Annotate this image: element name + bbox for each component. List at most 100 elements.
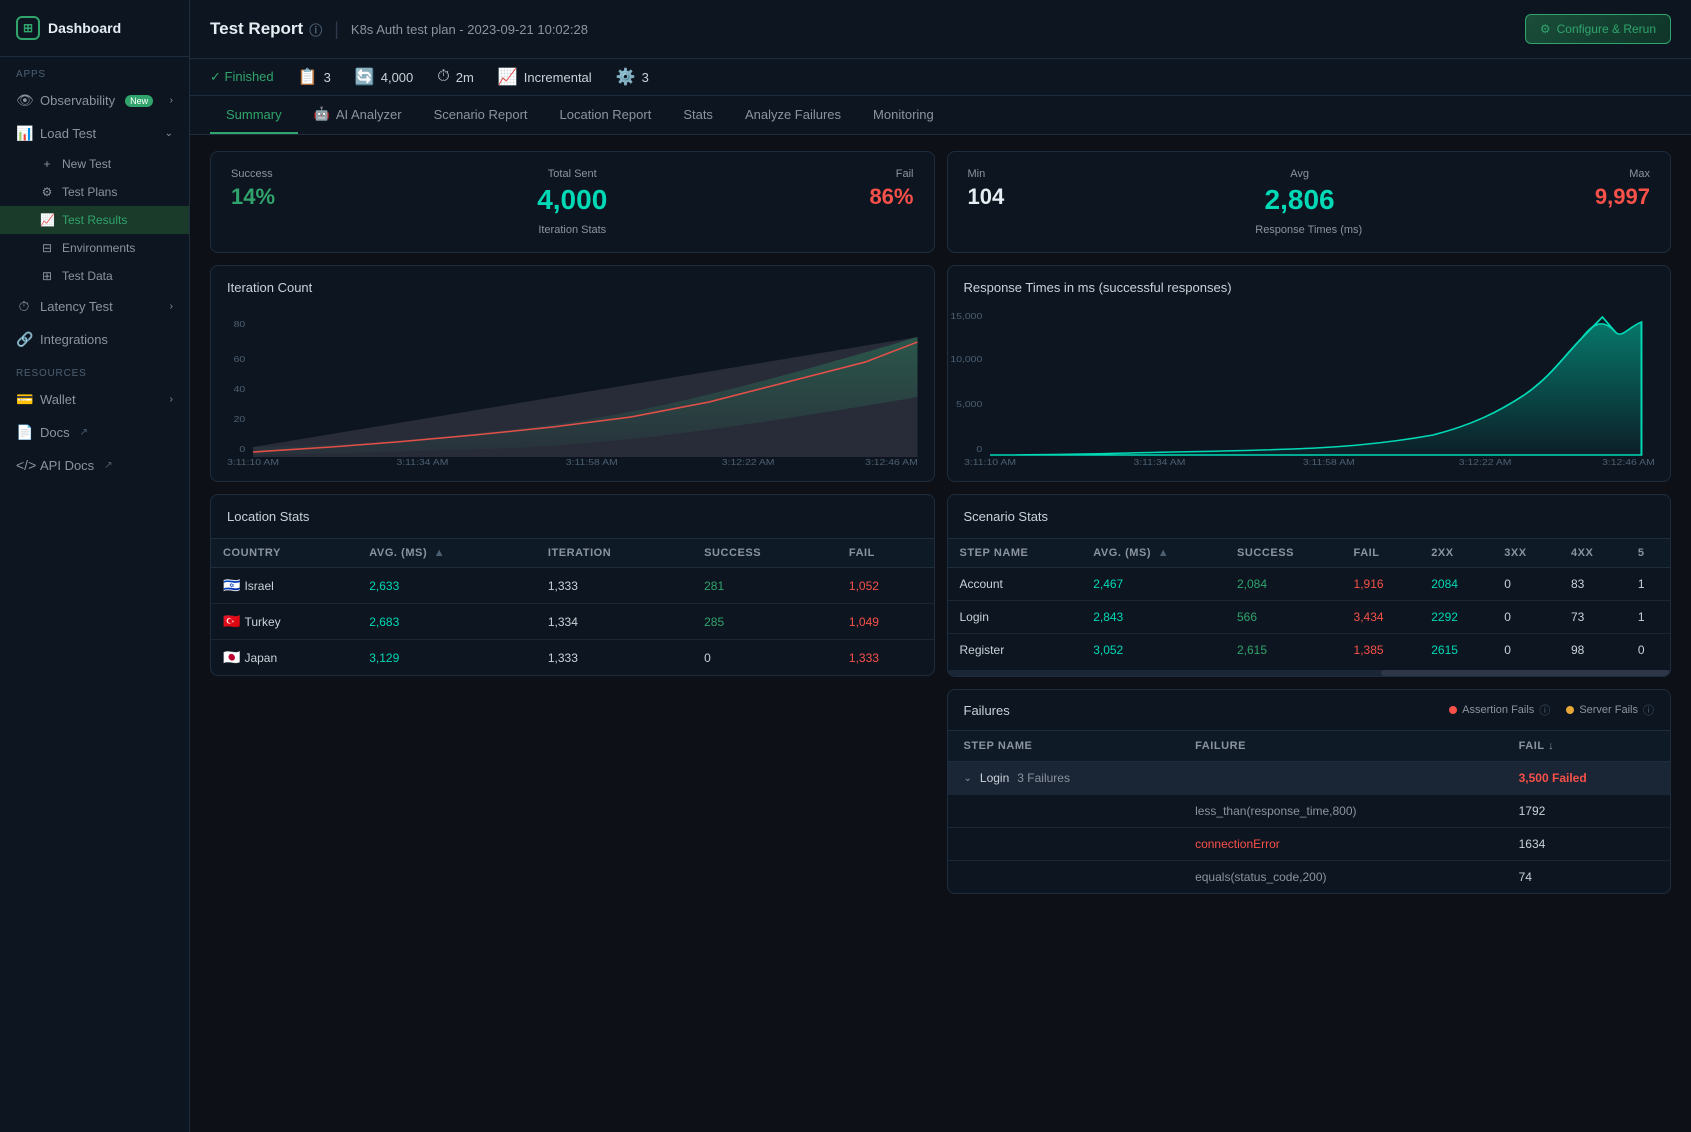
- fail-total: 3,500 Failed: [1503, 762, 1670, 795]
- svg-text:3:12:46 AM: 3:12:46 AM: [865, 458, 918, 467]
- results-icon: 📈: [40, 213, 54, 227]
- failure-expand-row[interactable]: ⌄ Login 3 Failures 3,500 Failed: [948, 762, 1671, 795]
- tab-summary[interactable]: Summary: [210, 97, 298, 134]
- tab-stats[interactable]: Stats: [667, 97, 729, 134]
- data-icon: ⊞: [40, 269, 54, 283]
- docs-label: Docs: [40, 425, 70, 440]
- sidebar-item-wallet[interactable]: 💳 Wallet ›: [0, 383, 189, 416]
- table-row: 🇮🇱Israel 2,633 1,333 281 1,052: [211, 568, 934, 604]
- header-right: ⚙ Configure & Rerun: [1525, 14, 1671, 44]
- table-row: 🇹🇷Turkey 2,683 1,334 285 1,049: [211, 604, 934, 640]
- scenario-stats-section: Scenario Stats STEP NAME AVG. (MS) ▲ SUC…: [947, 494, 1672, 677]
- iteration-chart-svg: 3:11:10 AM 3:11:34 AM 3:11:58 AM 3:12:22…: [227, 307, 918, 467]
- col-failure: Failure: [1179, 731, 1503, 762]
- sidebar-item-integrations[interactable]: 🔗 Integrations: [0, 323, 189, 356]
- svg-text:3:11:34 AM: 3:11:34 AM: [1133, 458, 1185, 467]
- scrollbar-thumb: [1381, 670, 1670, 676]
- tab-monitoring[interactable]: Monitoring: [857, 97, 950, 134]
- status-finished: ✓ Finished: [210, 69, 274, 85]
- col-avg-ms[interactable]: AVG. (MS) ▲: [357, 539, 536, 568]
- col-iteration: ITERATION: [536, 539, 692, 568]
- fail-stat: Fail 86%: [869, 168, 913, 210]
- failures-table: Step Name Failure Fail ↓ ⌄: [948, 731, 1671, 893]
- iteration-chart-area: 3:11:10 AM 3:11:34 AM 3:11:58 AM 3:12:22…: [227, 307, 918, 467]
- max-value: 9,997: [1595, 184, 1650, 210]
- failure-count-3: 74: [1503, 861, 1670, 894]
- fail-register: 1,385: [1342, 634, 1420, 667]
- success-israel: 281: [692, 568, 837, 604]
- iter-japan: 1,333: [536, 640, 692, 676]
- main-content: Test Report ⓘ | K8s Auth test plan - 202…: [190, 0, 1691, 1132]
- success-turkey: 285: [692, 604, 837, 640]
- locations-value: 3: [642, 70, 649, 85]
- failure-empty: [1179, 762, 1503, 795]
- fail-account: 1,916: [1342, 568, 1420, 601]
- svg-text:60: 60: [234, 355, 246, 364]
- scenarios-icon: 📋: [298, 67, 318, 87]
- server-info-icon: ⓘ: [1643, 702, 1654, 718]
- sidebar-sub-environments[interactable]: ⊟ Environments: [0, 234, 189, 262]
- wallet-label: Wallet: [40, 392, 76, 407]
- configure-rerun-button[interactable]: ⚙ Configure & Rerun: [1525, 14, 1671, 44]
- header-divider: |: [334, 19, 339, 40]
- col-fail-count[interactable]: Fail ↓: [1503, 731, 1670, 762]
- sidebar-item-observability[interactable]: 👁 Observability New ›: [0, 84, 189, 117]
- sidebar-item-api-docs[interactable]: </> API Docs ↗: [0, 449, 189, 481]
- sidebar-sub-test-results[interactable]: 📈 Test Results: [0, 206, 189, 234]
- response-chart-card: Response Times in ms (successful respons…: [947, 265, 1672, 482]
- response-times-card: Min 104 Avg 2,806 Max 9,997 Response Tim…: [947, 151, 1672, 253]
- avg-stat: Avg 2,806: [1265, 168, 1335, 216]
- step-login: Login: [948, 601, 1082, 634]
- sidebar-item-latency-test[interactable]: ⏱ Latency Test ›: [0, 290, 189, 323]
- server-dot: [1566, 706, 1574, 714]
- expand-icon: ⌄: [964, 773, 972, 784]
- svg-text:10,000: 10,000: [950, 355, 982, 364]
- 4xx-account: 83: [1559, 568, 1626, 601]
- tab-location-report[interactable]: Location Report: [544, 97, 668, 134]
- svg-text:20: 20: [234, 415, 246, 424]
- sidebar-sub-test-data[interactable]: ⊞ Test Data: [0, 262, 189, 290]
- configure-icon: ⚙: [1540, 22, 1551, 36]
- country-japan: 🇯🇵Japan: [211, 640, 357, 676]
- failure-sub-step-3: [948, 861, 1180, 894]
- scenarios-value: 3: [324, 70, 331, 85]
- tab-analyze-failures[interactable]: Analyze Failures: [729, 97, 857, 134]
- failures-section: Failures Assertion Fails ⓘ Server Fails …: [210, 689, 1671, 894]
- sort-icon2: ▲: [1158, 547, 1169, 559]
- table-row: Register 3,052 2,615 1,385 2615 0 98 0: [948, 634, 1671, 667]
- response-chart-area: 3:11:10 AM 3:11:34 AM 3:11:58 AM 3:12:22…: [964, 307, 1655, 467]
- tab-ai-analyzer[interactable]: 🤖 AI Analyzer: [298, 96, 418, 134]
- load-test-icon: 📊: [16, 125, 32, 142]
- 2xx-login: 2292: [1419, 601, 1492, 634]
- max-stat: Max 9,997: [1595, 168, 1650, 210]
- api-docs-icon: </>: [16, 457, 32, 473]
- external-icon: ↗: [80, 427, 88, 438]
- external-icon2: ↗: [104, 460, 112, 471]
- fail-turkey: 1,049: [837, 604, 934, 640]
- avg-label: Avg: [1265, 168, 1335, 180]
- info-icon: ⓘ: [309, 20, 322, 39]
- col-fail2: FAIL: [1342, 539, 1420, 568]
- col-avg-ms2[interactable]: AVG. (MS) ▲: [1081, 539, 1225, 568]
- sidebar-item-docs[interactable]: 📄 Docs ↗: [0, 416, 189, 449]
- sidebar-sub-new-test[interactable]: + New Test: [0, 150, 189, 178]
- latency-test-label: Latency Test: [40, 299, 113, 314]
- assertion-info-icon: ⓘ: [1539, 702, 1550, 718]
- 5-account: 1: [1626, 568, 1670, 601]
- failure-count-1: 1792: [1503, 795, 1670, 828]
- table-row: 🇯🇵Japan 3,129 1,333 0 1,333: [211, 640, 934, 676]
- failures-legend: Assertion Fails ⓘ Server Fails ⓘ: [1449, 702, 1654, 718]
- assertion-label: Assertion Fails: [1462, 704, 1534, 716]
- tab-scenario-report[interactable]: Scenario Report: [418, 97, 544, 134]
- failures-card: Failures Assertion Fails ⓘ Server Fails …: [947, 689, 1672, 894]
- fail-value: 86%: [869, 184, 913, 210]
- sidebar-sub-test-plans[interactable]: ⚙ Test Plans: [0, 178, 189, 206]
- iteration-stats-inner: Success 14% Total Sent 4,000 Fail 86%: [231, 168, 914, 216]
- table-scrollbar[interactable]: [948, 670, 1671, 676]
- col-success2: SUCCESS: [1225, 539, 1342, 568]
- sidebar-item-load-test[interactable]: 📊 Load Test ⌄: [0, 117, 189, 150]
- chevron-icon4: ›: [170, 394, 173, 405]
- fail-japan: 1,333: [837, 640, 934, 676]
- charts-row: Iteration Count: [210, 265, 1671, 482]
- col-country: COUNTRY: [211, 539, 357, 568]
